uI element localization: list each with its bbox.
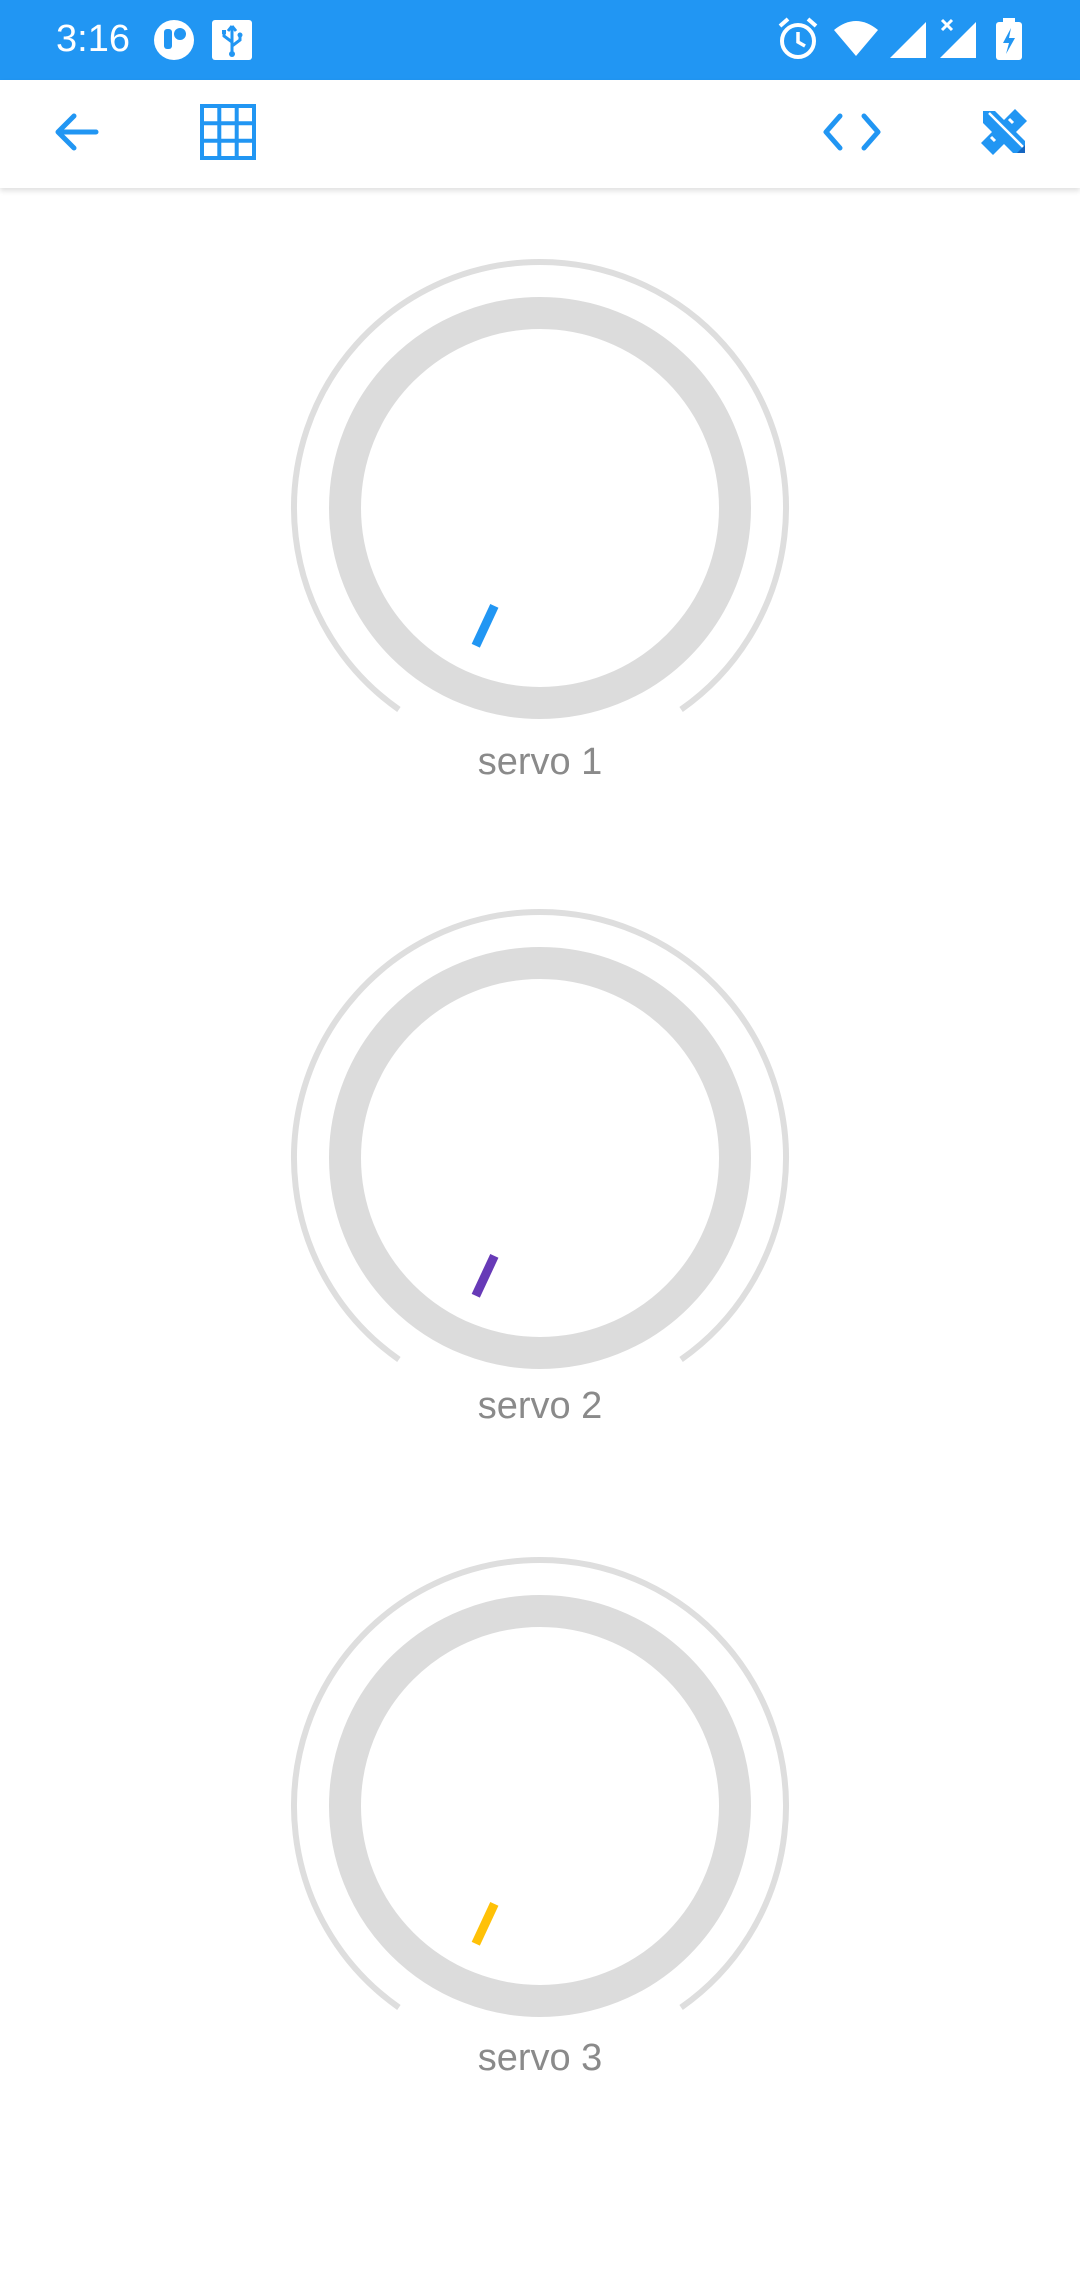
servo-knob-3[interactable]	[290, 1556, 790, 2056]
status-bar: 3:16	[0, 0, 1080, 80]
toolbar	[0, 80, 1080, 188]
status-time: 3:16	[56, 18, 130, 60]
knob-ring	[329, 947, 751, 1369]
knob-ring	[329, 1595, 751, 2017]
knob-ring	[329, 297, 751, 719]
alarm-icon	[776, 16, 820, 62]
servo-knob-2[interactable]	[290, 908, 790, 1408]
servo-knob-1[interactable]	[290, 258, 790, 758]
servo-label-1: servo 1	[477, 741, 603, 783]
notification-app-icon	[152, 18, 196, 62]
knob-list: servo 1 servo 2 servo 3	[0, 188, 1080, 2280]
knob-dial[interactable]	[290, 908, 790, 1408]
design-tools-icon	[975, 103, 1033, 166]
design-tools-button[interactable]	[950, 80, 1058, 188]
signal-no-data-icon	[936, 16, 980, 62]
knob-dial[interactable]	[290, 258, 790, 758]
code-icon	[822, 112, 882, 157]
code-button[interactable]	[798, 80, 906, 188]
grid-icon	[199, 103, 257, 166]
wifi-icon	[832, 16, 880, 62]
grid-button[interactable]	[174, 80, 282, 188]
usb-icon	[210, 18, 254, 62]
servo-label-2: servo 2	[477, 1385, 603, 1427]
arrow-left-icon	[50, 106, 102, 163]
knob-dial[interactable]	[290, 1556, 790, 2056]
back-button[interactable]	[22, 80, 130, 188]
servo-label-3: servo 3	[477, 2037, 603, 2079]
battery-charging-icon	[994, 16, 1024, 62]
signal-icon	[888, 16, 928, 62]
